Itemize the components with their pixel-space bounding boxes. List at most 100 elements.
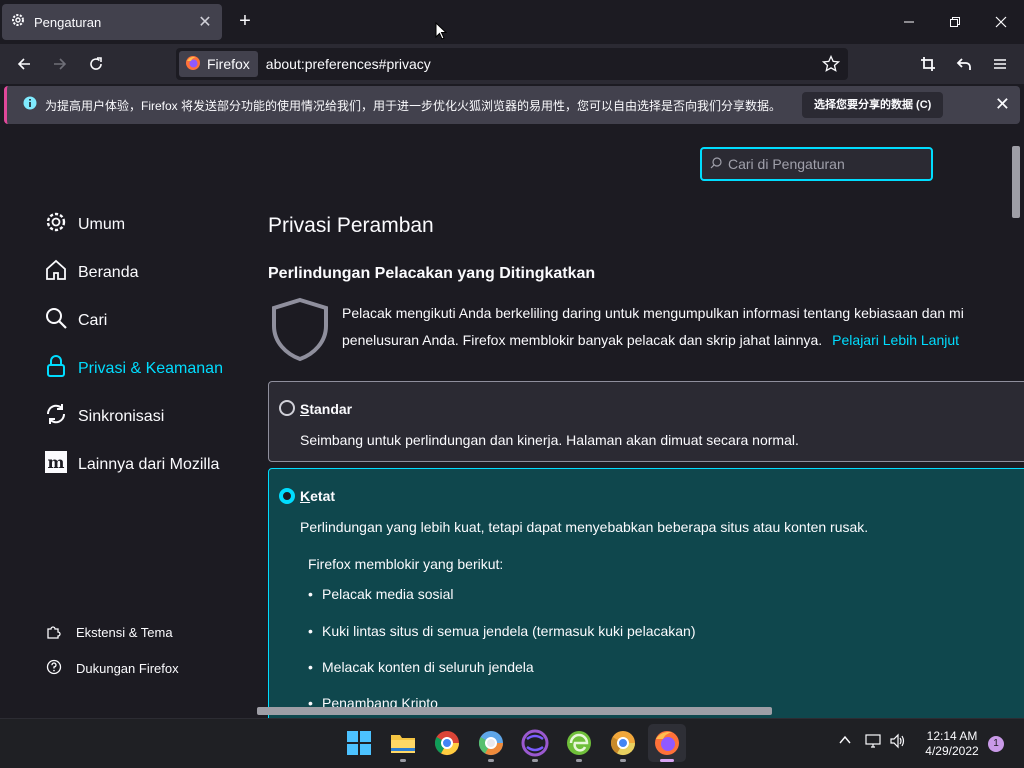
list-item: • Melacak konten di seluruh jendela (308, 659, 534, 675)
standard-option-card[interactable]: Standar Seimbang untuk perlindungan dan … (268, 381, 1024, 462)
help-icon (46, 659, 62, 678)
running-indicator (400, 759, 406, 762)
firefox-icon[interactable] (653, 729, 681, 757)
tab-close-icon[interactable]: ✕ (196, 12, 214, 32)
strict-description: Perlindungan yang lebih kuat, tetapi dap… (300, 519, 869, 535)
search-icon (710, 156, 722, 172)
running-indicator (620, 759, 626, 762)
horizontal-scrollbar[interactable] (257, 707, 772, 715)
new-tab-button[interactable]: + (234, 10, 256, 32)
tab-settings[interactable]: Pengaturan ✕ (2, 4, 222, 40)
sidebar-item-general[interactable]: Umum (44, 210, 125, 239)
url-text[interactable]: about:preferences#privacy (266, 56, 431, 72)
search-placeholder: Cari di Pengaturan (728, 156, 845, 172)
running-indicator (532, 759, 538, 762)
learn-more-link[interactable]: Pelajari Lebih Lanjut (832, 332, 959, 348)
sidebar-footer-label: Ekstensi & Tema (76, 625, 173, 640)
sidebar-item-privacy[interactable]: Privasi & Keamanan (44, 354, 223, 383)
identity-box[interactable]: Firefox (179, 51, 258, 77)
puzzle-icon (46, 623, 62, 642)
running-indicator (576, 759, 582, 762)
sidebar-item-sync[interactable]: Sinkronisasi (44, 402, 164, 431)
identity-label: Firefox (207, 56, 250, 72)
gear-icon (10, 12, 26, 33)
strict-title: Ketat (300, 488, 336, 504)
minimize-button[interactable] (886, 8, 932, 36)
sidebar-footer-label: Dukungan Firefox (76, 661, 179, 676)
home-icon (44, 258, 68, 287)
sync-icon (44, 402, 68, 431)
list-item: • Pelacak media sosial (308, 586, 454, 602)
windows-taskbar: 12:14 AM 4/29/2022 1 (0, 718, 1024, 768)
preferences-content: Cari di Pengaturan Umum Beranda Cari Pri… (0, 126, 1024, 718)
maximize-button[interactable] (932, 8, 978, 36)
reload-button[interactable] (82, 50, 110, 78)
menu-hamburger-icon[interactable] (986, 50, 1014, 78)
browser-icon[interactable] (521, 729, 549, 757)
notification-message: 为提高用户体验，Firefox 将发送部分功能的使用情况给我们，用于进一步优化火… (45, 98, 782, 113)
chevron-up-icon[interactable] (838, 733, 852, 750)
page-title: Privasi Peramban (268, 214, 434, 237)
blocks-label: Firefox memblokir yang berikut: (308, 556, 504, 572)
mozilla-icon: m (44, 450, 68, 479)
back-button[interactable] (10, 50, 38, 78)
data-collection-notification: 为提高用户体验，Firefox 将发送部分功能的使用情况给我们，用于进一步优化火… (4, 86, 1020, 124)
chrome-canary-icon[interactable] (609, 729, 637, 757)
standard-title: Standar (300, 401, 353, 417)
start-icon[interactable] (345, 729, 373, 757)
close-window-button[interactable] (978, 8, 1024, 36)
description-line-2: penelusuran Anda. Firefox memblokir bany… (342, 332, 823, 348)
screenshot-crop-icon[interactable] (914, 50, 942, 78)
sidebar-firefox-support[interactable]: Dukungan Firefox (46, 659, 179, 678)
choose-data-button[interactable]: 选择您要分享的数据 (C) (802, 92, 944, 118)
section-title: Perlindungan Pelacakan yang Ditingkatkan (268, 265, 596, 282)
running-indicator (488, 759, 494, 762)
sidebar-item-label: Cari (78, 311, 108, 329)
sidebar-extensions-themes[interactable]: Ekstensi & Tema (46, 623, 173, 642)
gear-icon (44, 210, 68, 239)
chrome-icon[interactable] (433, 729, 461, 757)
tab-strip: Pengaturan ✕ + (0, 0, 1024, 44)
description-line-1: Pelacak mengikuti Anda berkeliling darin… (342, 305, 964, 321)
sidebar-item-search[interactable]: Cari (44, 306, 107, 335)
bookmark-star-icon[interactable] (821, 54, 841, 78)
undo-arrow-icon[interactable] (950, 50, 978, 78)
navigation-toolbar: Firefox about:preferences#privacy (0, 44, 1024, 84)
search-icon (44, 306, 68, 335)
network-icon[interactable] (865, 733, 881, 752)
clock-time: 12:14 AM (926, 729, 978, 743)
clock-date: 4/29/2022 (925, 744, 979, 758)
shield-icon (268, 296, 332, 367)
clock[interactable]: 12:14 AM 4/29/2022 (916, 729, 988, 759)
sidebar-item-label: Sinkronisasi (78, 407, 165, 425)
volume-icon[interactable] (889, 733, 907, 752)
settings-search-input[interactable]: Cari di Pengaturan (700, 147, 933, 181)
lock-icon (44, 354, 68, 383)
file-explorer-icon[interactable] (389, 729, 417, 757)
sidebar-item-label: Umum (78, 215, 126, 233)
edge-canary-icon[interactable] (565, 729, 593, 757)
sidebar-item-home[interactable]: Beranda (44, 258, 139, 287)
forward-button[interactable] (46, 50, 74, 78)
sidebar-item-label: Beranda (78, 263, 139, 281)
vertical-scrollbar[interactable] (1012, 146, 1020, 218)
list-item: • Kuki lintas situs di semua jendela (ter… (308, 623, 696, 639)
strict-option-card[interactable]: Ketat Perlindungan yang lebih kuat, teta… (268, 468, 1024, 718)
mouse-cursor-icon (435, 21, 448, 45)
standard-radio[interactable] (279, 400, 295, 416)
sidebar-item-label: Privasi & Keamanan (78, 359, 223, 377)
tab-title: Pengaturan (34, 14, 102, 30)
standard-description: Seimbang untuk perlindungan dan kinerja.… (300, 432, 799, 448)
url-bar[interactable]: Firefox about:preferences#privacy (176, 48, 848, 80)
info-icon (23, 96, 37, 115)
sidebar-item-label: Lainnya dari Mozilla (78, 455, 220, 473)
firefox-logo-icon (185, 55, 201, 74)
active-indicator (660, 759, 674, 762)
svg-text:m: m (48, 453, 65, 472)
chromium-icon[interactable] (477, 729, 505, 757)
tracking-description: Pelacak mengikuti Anda berkeliling darin… (342, 300, 1024, 354)
close-icon[interactable]: ✕ (995, 94, 1010, 115)
sidebar-item-more-from-mozilla[interactable]: m Lainnya dari Mozilla (44, 450, 219, 479)
strict-radio[interactable] (279, 488, 295, 504)
notification-badge[interactable]: 1 (988, 736, 1004, 752)
